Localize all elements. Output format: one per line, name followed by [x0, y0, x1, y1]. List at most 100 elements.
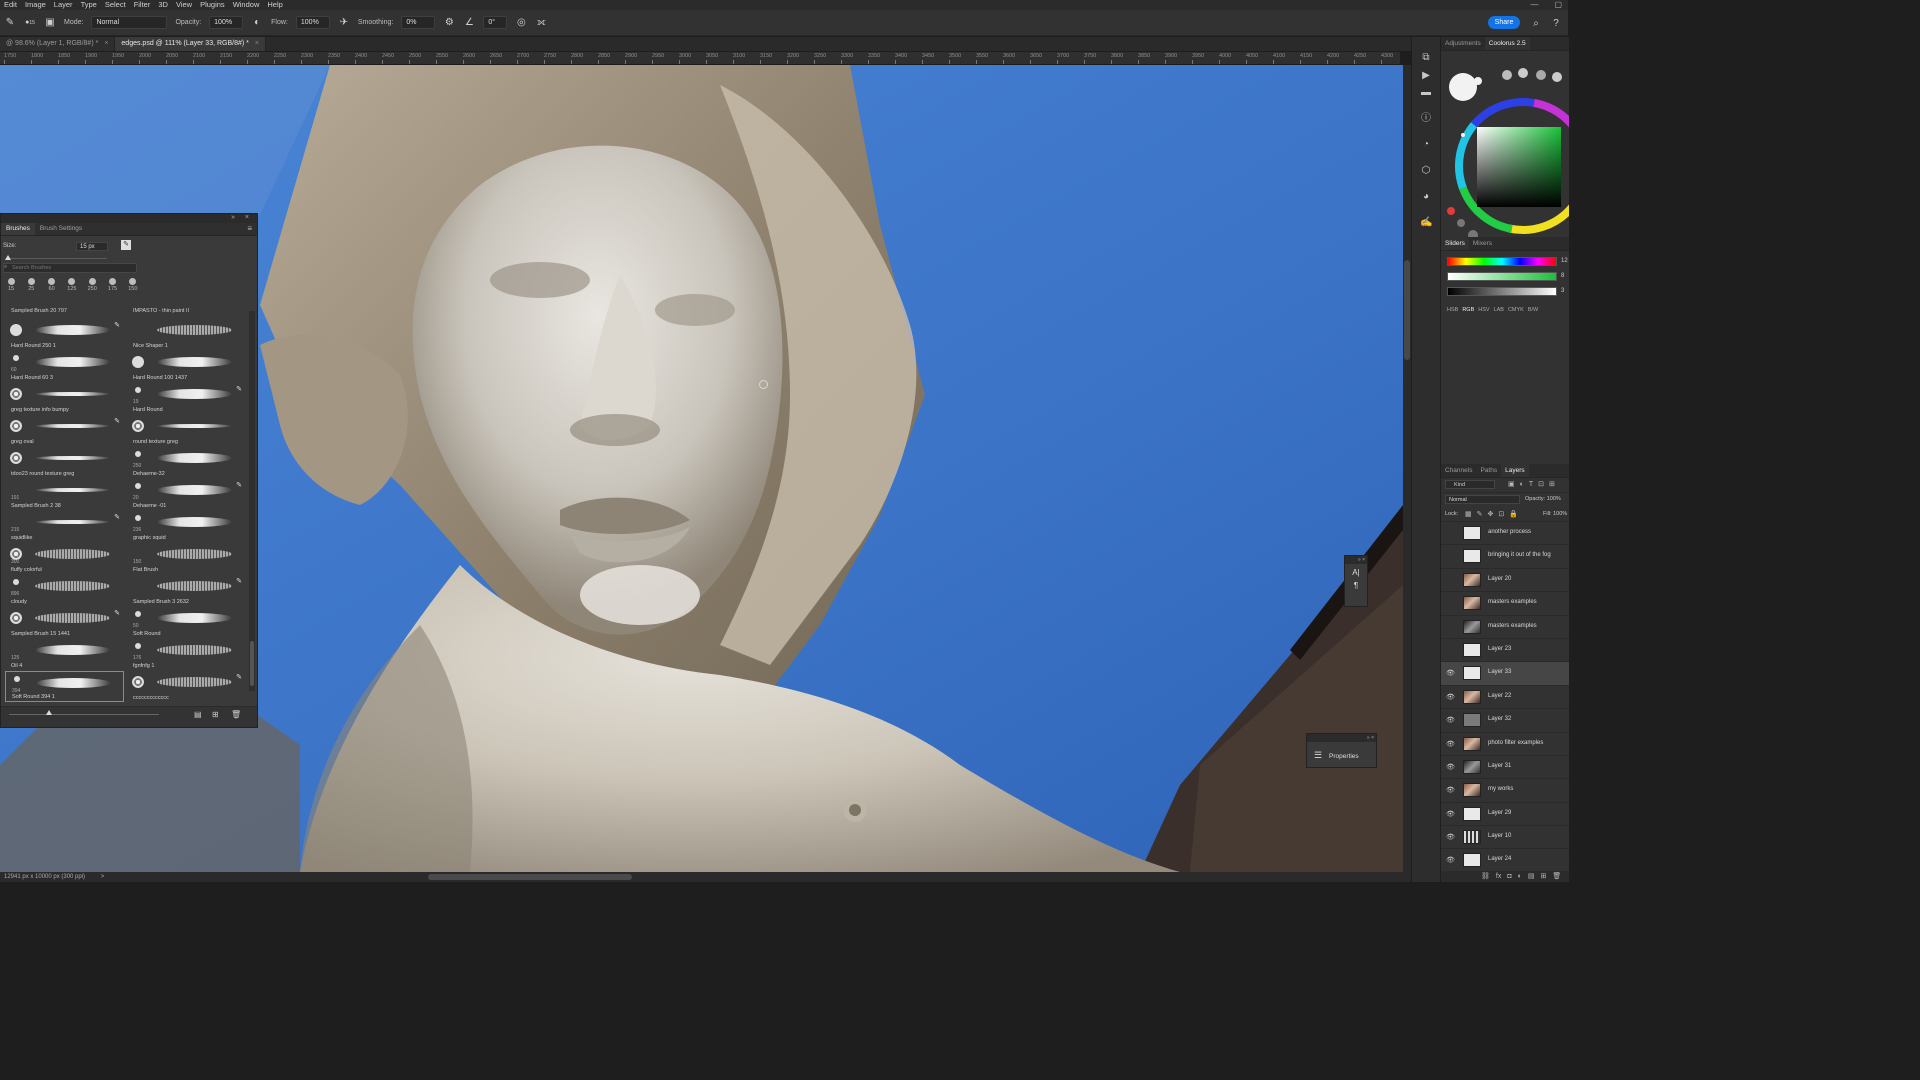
- search-icon[interactable]: ⌕: [1530, 17, 1542, 29]
- layer-row[interactable]: 👁 Layer 31: [1441, 756, 1569, 780]
- close-icon[interactable]: ×: [104, 40, 108, 47]
- maximize-icon[interactable]: ▢: [1554, 0, 1562, 9]
- horizontal-ruler[interactable]: 1750 1800 1850 1900 1950 2000 2050 2100 2150 2200…: [0, 52, 1400, 65]
- layer-row[interactable]: 👁 photo filter examples: [1441, 733, 1569, 756]
- layer-row[interactable]: 👁 Layer 29: [1441, 803, 1569, 827]
- mini-panel-titlebar[interactable]: » ×: [1345, 556, 1367, 564]
- edit-brush-icon[interactable]: ✎: [114, 513, 120, 521]
- new-group-folder-icon[interactable]: ▤: [194, 710, 202, 719]
- tab-mixers[interactable]: Mixers: [1469, 237, 1496, 250]
- brush-size-preset[interactable]: 250: [82, 278, 102, 292]
- brush-preset[interactable]: 19 Hard Round ✎: [127, 383, 246, 414]
- brush-settings-toggle-icon[interactable]: ✎: [121, 240, 131, 250]
- brush-size-preset[interactable]: 150: [123, 278, 143, 292]
- brush-size-preset[interactable]: 125: [62, 278, 82, 292]
- mini-panel-titlebar[interactable]: » ×: [1307, 734, 1376, 742]
- tab-channels[interactable]: Channels: [1441, 464, 1476, 477]
- visibility-eye-icon[interactable]: 👁: [1446, 763, 1455, 771]
- brush-preset[interactable]: 215 squidlike ✎: [5, 511, 124, 542]
- brush-preset[interactable]: 896 cloudy: [5, 575, 124, 606]
- new-layer-icon[interactable]: ⊞: [1540, 871, 1546, 882]
- brush-preset[interactable]: round texture greg: [127, 415, 246, 446]
- menu-type[interactable]: Type: [77, 0, 101, 10]
- visibility-eye-icon[interactable]: 👁: [1446, 740, 1455, 748]
- pressure-size-icon[interactable]: ◎: [515, 17, 527, 29]
- brush-settings-toggle-icon[interactable]: ▣: [44, 17, 56, 29]
- edit-brush-icon[interactable]: ✎: [236, 481, 242, 489]
- brush-preset[interactable]: tdoo23 round texture greg: [5, 447, 124, 478]
- canvas-vertical-scrollbar[interactable]: [1403, 65, 1411, 872]
- angle-field[interactable]: 0°: [483, 16, 508, 29]
- scrollbar-thumb[interactable]: [1404, 260, 1410, 360]
- visibility-eye-icon[interactable]: 👁: [1446, 856, 1455, 864]
- layer-filter-icons[interactable]: ▣◐T⊡⊞: [1508, 480, 1560, 488]
- trash-icon[interactable]: 🗑: [231, 710, 241, 719]
- panel-menu-icon[interactable]: ≡: [247, 223, 252, 235]
- edit-brush-icon[interactable]: ✎: [114, 417, 120, 425]
- brush-size-preset[interactable]: 60: [42, 278, 62, 292]
- pressure-opacity-icon[interactable]: ◐: [251, 17, 263, 29]
- smoothing-field[interactable]: 0%: [401, 16, 436, 29]
- swatches-icon[interactable]: ◕: [1420, 191, 1432, 203]
- scrollbar-thumb[interactable]: [250, 641, 254, 686]
- brightness-slider[interactable]: [1447, 287, 1557, 296]
- brush-panel-icon[interactable]: ✍: [1420, 217, 1432, 229]
- adjustment-layer-icon[interactable]: ◐: [1518, 871, 1522, 882]
- tab-sliders[interactable]: Sliders: [1441, 237, 1469, 250]
- blend-mode-select[interactable]: Normal: [1445, 495, 1520, 504]
- brush-preset[interactable]: 50 Soft Round: [127, 607, 246, 638]
- link-layers-icon[interactable]: ⛓: [1481, 871, 1490, 882]
- layer-row[interactable]: 👁 my works: [1441, 779, 1569, 803]
- tab-adjustments[interactable]: Adjustments: [1441, 37, 1485, 50]
- brush-preset[interactable]: 60 Hard Round 60 3: [5, 351, 124, 382]
- saturation-slider[interactable]: [1447, 272, 1557, 281]
- tab-paths[interactable]: Paths: [1476, 464, 1501, 477]
- edit-brush-icon[interactable]: ✎: [114, 321, 120, 329]
- menu-filter[interactable]: Filter: [130, 0, 155, 10]
- preview-size-slider[interactable]: [9, 714, 159, 715]
- color-mode-bw[interactable]: B/W: [1528, 307, 1538, 313]
- size-slider[interactable]: [1, 254, 257, 262]
- preview-size-knob[interactable]: [46, 710, 52, 715]
- brush-size-preset[interactable]: 15: [1, 278, 21, 292]
- trash-icon[interactable]: 🗑: [1552, 871, 1561, 882]
- visibility-eye-icon[interactable]: 👁: [1446, 810, 1455, 818]
- brush-preset[interactable]: 150 Flat Brush: [127, 543, 246, 574]
- brush-preset[interactable]: ccccccccccccc ✎: [127, 671, 246, 702]
- layer-row[interactable]: 👁 Layer 10: [1441, 826, 1569, 850]
- document-tab[interactable]: @ 98.6% (Layer 1, RGB/8#) * ×: [0, 37, 116, 51]
- canvas-horizontal-scrollbar[interactable]: [428, 874, 632, 880]
- layer-row[interactable]: 👁 Layer 33: [1441, 662, 1569, 686]
- layer-row[interactable]: bringing it out of the fog: [1441, 545, 1569, 569]
- layer-opacity[interactable]: Opacity: 100%: [1525, 496, 1561, 502]
- menu-plugins[interactable]: Plugins: [196, 0, 229, 10]
- brush-preset[interactable]: 191 Sampled Brush 2 38: [5, 479, 124, 510]
- tab-layers[interactable]: Layers: [1501, 464, 1529, 477]
- color-mode-lab[interactable]: LAB: [1494, 307, 1504, 313]
- menu-select[interactable]: Select: [101, 0, 130, 10]
- brush-preset[interactable]: Hard Round 250 1 ✎: [5, 319, 124, 350]
- mode-select[interactable]: Normal: [91, 16, 168, 29]
- layer-kind-filter[interactable]: Kind: [1445, 480, 1495, 489]
- actions-icon[interactable]: ▶: [1420, 70, 1432, 82]
- history-icon[interactable]: ⧉: [1420, 52, 1432, 64]
- color-mode-hsv[interactable]: HSV: [1478, 307, 1489, 313]
- layer-row[interactable]: another process: [1441, 522, 1569, 546]
- brush-size-preset[interactable]: 25: [21, 278, 41, 292]
- new-brush-icon[interactable]: ⊞: [212, 710, 219, 719]
- tab-brushes[interactable]: Brushes: [1, 223, 35, 235]
- smoothing-settings-gear-icon[interactable]: ⚙: [443, 17, 455, 29]
- symmetry-icon[interactable]: ⟗: [535, 17, 547, 29]
- color-mode-cmyk[interactable]: CMYK: [1508, 307, 1524, 313]
- brush-preset[interactable]: 20 Dehaeme -01 ✎: [127, 479, 246, 510]
- menu-3d[interactable]: 3D: [154, 0, 172, 10]
- help-icon[interactable]: ?: [1550, 17, 1562, 29]
- brush-preset[interactable]: 176 fgnfnfg 1: [127, 639, 246, 670]
- brush-preset[interactable]: Hard Round 100 1437: [127, 351, 246, 382]
- layer-row[interactable]: masters examples: [1441, 616, 1569, 639]
- brush-preset[interactable]: greg texture info bumpy: [5, 383, 124, 414]
- visibility-eye-icon[interactable]: 👁: [1446, 786, 1455, 794]
- color-wheel[interactable]: [1441, 51, 1569, 240]
- layer-row[interactable]: 👁 Layer 22: [1441, 686, 1569, 710]
- paragraph-icon[interactable]: ¶: [1345, 581, 1367, 590]
